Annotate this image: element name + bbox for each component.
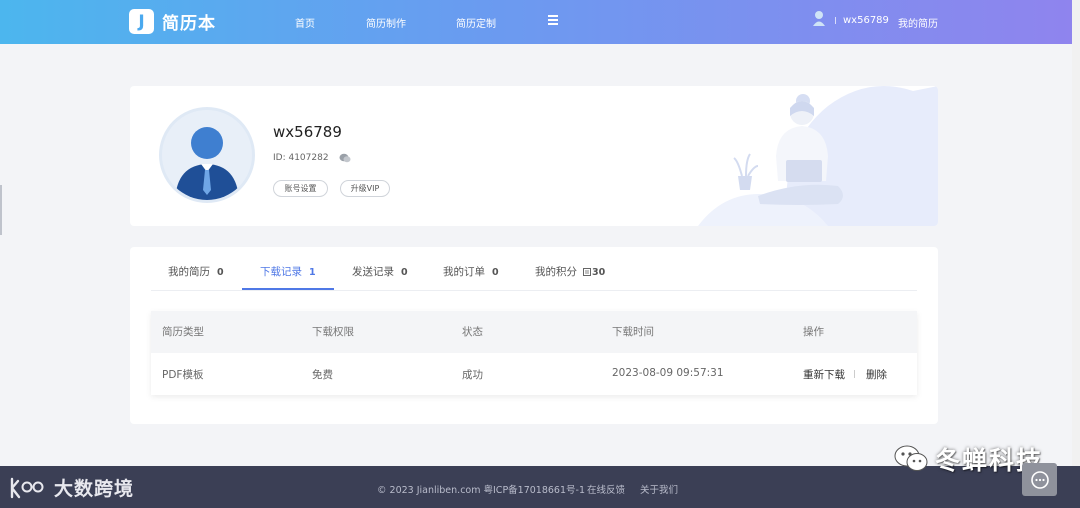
footer-about-link[interactable]: 关于我们	[640, 482, 678, 496]
header-divider	[835, 17, 836, 24]
watermark-left-logo-icon	[10, 477, 44, 498]
wechat-watermark-icon	[894, 445, 928, 471]
col-actions: 操作	[803, 326, 824, 338]
col-resume-type: 简历类型	[162, 326, 204, 338]
illustration-person-laptop-icon	[698, 86, 938, 226]
avatar[interactable]	[159, 107, 255, 203]
hamburger-menu-icon[interactable]	[548, 15, 558, 25]
cell-permission: 免费	[312, 369, 333, 381]
cell-resume-type: PDF模板	[162, 369, 204, 381]
chat-button[interactable]	[1022, 463, 1057, 496]
cell-time: 2023-08-09 09:57:31	[612, 367, 724, 379]
wechat-icon[interactable]	[339, 153, 351, 163]
profile-card: wx56789 ID: 4107282 账号设置 升级VIP	[130, 86, 938, 226]
logo[interactable]: J 简历本	[129, 9, 216, 34]
redownload-button[interactable]: 重新下载	[803, 367, 845, 382]
download-records-table: 简历类型 下载权限 状态 下载时间 操作 PDF模板 免费 成功 2023-08…	[151, 311, 917, 395]
tab-my-orders[interactable]: 我的订单 0	[443, 264, 499, 290]
col-download-time: 下载时间	[612, 326, 654, 338]
top-navbar: J 简历本 首页 简历制作 简历定制 wx56789 我的简历	[0, 0, 1072, 44]
tab-download-records[interactable]: 下载记录 1	[260, 264, 316, 290]
nav-resume-custom[interactable]: 简历定制	[456, 15, 496, 30]
watermark-left: 大数跨境	[8, 474, 134, 501]
footer-copyright: © 2023 Jianliben.com 粤ICP备17018661号-1	[377, 485, 585, 496]
tab-my-resume[interactable]: 我的简历 0	[168, 264, 224, 290]
cell-status: 成功	[462, 369, 483, 381]
upgrade-vip-button[interactable]: 升级VIP	[340, 180, 390, 197]
header-my-resume-link[interactable]: 我的简历	[898, 15, 938, 30]
col-download-permission: 下载权限	[312, 326, 354, 338]
footer-feedback-link[interactable]: 在线反馈	[587, 482, 625, 496]
watermark-right: 冬蝉科技	[893, 441, 1043, 477]
nav-home[interactable]: 首页	[295, 15, 315, 30]
header-username[interactable]: wx56789	[843, 15, 889, 26]
page-scrollbar[interactable]	[1072, 0, 1080, 508]
account-settings-button[interactable]: 账号设置	[273, 180, 328, 197]
profile-username: wx56789	[273, 123, 342, 141]
user-avatar-icon	[162, 110, 252, 200]
col-status: 状态	[462, 326, 483, 338]
nav-resume-make[interactable]: 简历制作	[366, 15, 406, 30]
profile-user-id: ID: 4107282	[273, 153, 329, 163]
tab-divider	[151, 290, 917, 291]
tab-my-points[interactable]: 我的积分 30	[535, 264, 605, 290]
left-edge-handle	[0, 185, 2, 235]
tab-send-records[interactable]: 发送记录 0	[352, 264, 408, 290]
action-separator	[854, 370, 855, 378]
logo-mark-icon: J	[129, 9, 154, 34]
points-icon	[583, 268, 591, 276]
chat-bubble-icon	[1030, 470, 1049, 489]
records-card: 我的简历 0 下载记录 1 发送记录 0 我的订单 0 我的积分 30 简历类型 下载权限…	[130, 247, 938, 424]
watermark-left-text: 大数跨境	[54, 478, 135, 500]
header-avatar-icon[interactable]	[812, 10, 826, 26]
logo-text: 简历本	[162, 14, 216, 34]
delete-button[interactable]: 删除	[866, 367, 887, 382]
